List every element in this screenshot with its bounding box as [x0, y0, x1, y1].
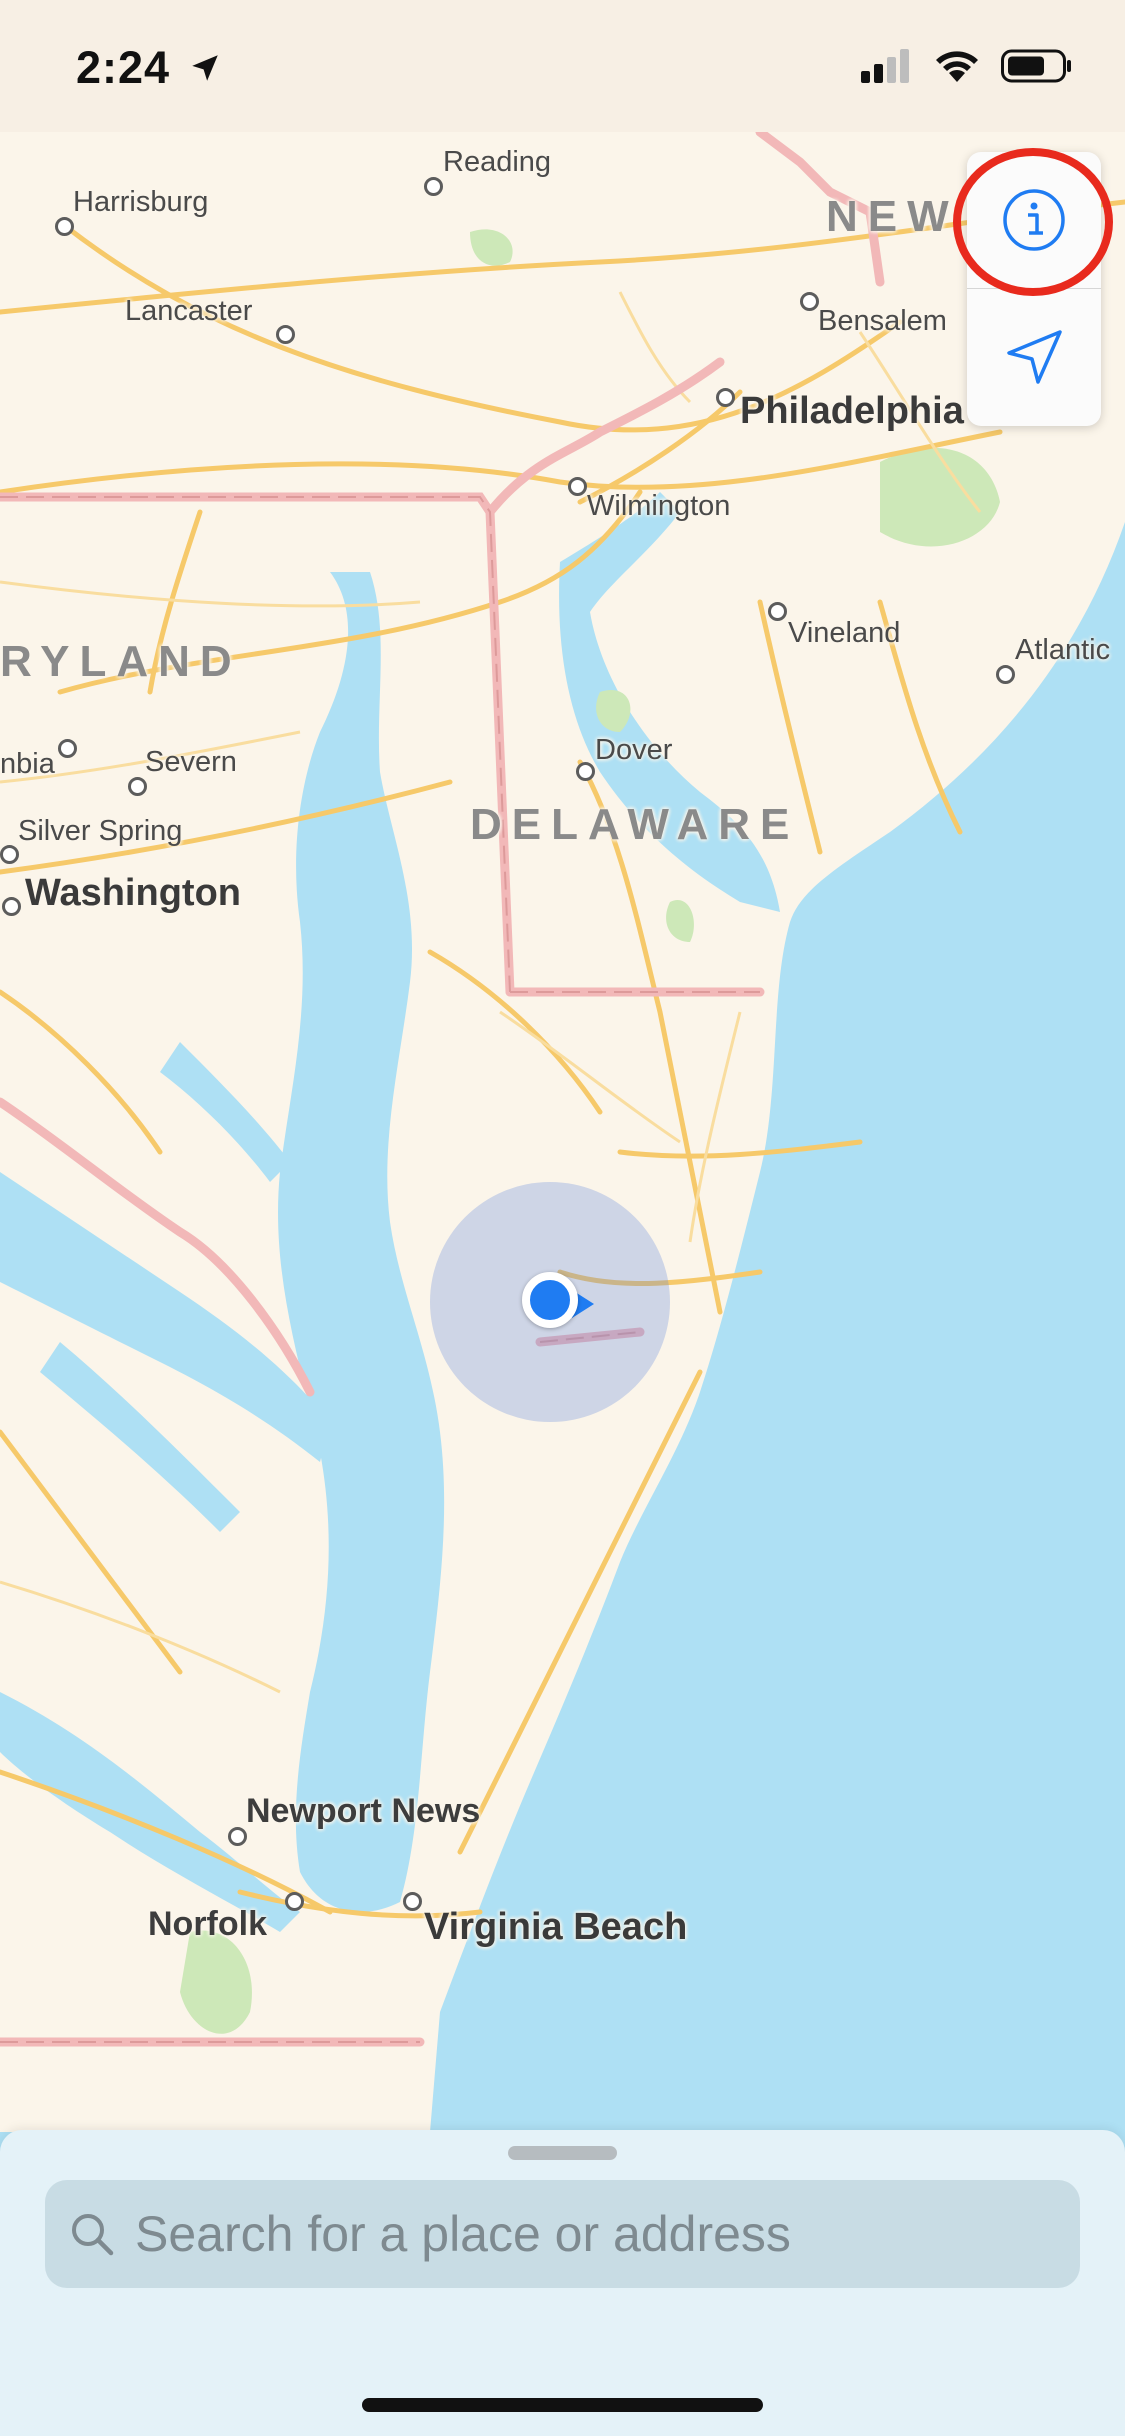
- city-marker-columbia[interactable]: [58, 739, 77, 758]
- sheet-grabber-handle[interactable]: [508, 2146, 617, 2160]
- label-bensalem[interactable]: Bensalem: [818, 305, 947, 338]
- city-marker-silver-spring[interactable]: [0, 845, 19, 864]
- info-icon: [1003, 189, 1065, 251]
- map-settings-button[interactable]: [967, 152, 1101, 289]
- status-bar: 2:24: [0, 0, 1125, 132]
- status-time-text: 2:24: [76, 42, 171, 93]
- label-atlantic-city[interactable]: Atlantic: [1015, 634, 1110, 667]
- city-marker-norfolk[interactable]: [285, 1892, 304, 1911]
- label-severn[interactable]: Severn: [145, 746, 237, 779]
- city-marker-reading[interactable]: [424, 177, 443, 196]
- label-dover[interactable]: Dover: [595, 734, 672, 767]
- current-location-button[interactable]: [967, 289, 1101, 425]
- label-reading[interactable]: Reading: [443, 146, 551, 179]
- label-norfolk[interactable]: Norfolk: [148, 1905, 267, 1944]
- city-marker-newport-news[interactable]: [228, 1827, 247, 1846]
- label-silver-spring[interactable]: Silver Spring: [18, 815, 182, 848]
- wifi-icon: [936, 51, 978, 82]
- magnifier-icon: [72, 2214, 114, 2256]
- label-vineland[interactable]: Vineland: [788, 617, 900, 650]
- battery-icon: [1001, 49, 1071, 83]
- status-time: 2:24: [76, 42, 222, 94]
- search-input[interactable]: [133, 2204, 1057, 2264]
- city-marker-philadelphia[interactable]: [716, 388, 735, 407]
- label-newport-news[interactable]: Newport News: [246, 1792, 480, 1831]
- city-marker-washington[interactable]: [2, 897, 21, 916]
- label-maryland[interactable]: RYLAND: [0, 637, 242, 687]
- label-new-jersey[interactable]: NEW: [826, 192, 959, 242]
- city-marker-bensalem[interactable]: [800, 292, 819, 311]
- city-marker-atlantic-city[interactable]: [996, 665, 1015, 684]
- label-washington[interactable]: Washington: [25, 872, 241, 915]
- map-controls: [967, 152, 1101, 426]
- label-wilmington[interactable]: Wilmington: [587, 490, 730, 523]
- city-marker-vineland[interactable]: [768, 602, 787, 621]
- label-philadelphia[interactable]: Philadelphia: [740, 390, 964, 433]
- search-sheet[interactable]: [0, 2130, 1125, 2436]
- label-harrisburg[interactable]: Harrisburg: [73, 186, 208, 219]
- city-marker-severn[interactable]: [128, 777, 147, 796]
- location-arrow-icon: [191, 55, 218, 81]
- label-delaware[interactable]: DELAWARE: [470, 800, 799, 850]
- status-icons: [861, 48, 1073, 84]
- home-indicator[interactable]: [362, 2398, 763, 2412]
- city-marker-wilmington[interactable]: [568, 477, 587, 496]
- current-location-dot[interactable]: [522, 1272, 578, 1328]
- city-marker-dover[interactable]: [576, 762, 595, 781]
- search-bar[interactable]: [45, 2180, 1080, 2288]
- location-arrow-icon: [1007, 330, 1062, 384]
- label-columbia[interactable]: nbia: [0, 748, 55, 781]
- city-marker-harrisburg[interactable]: [55, 217, 74, 236]
- map-view[interactable]: Reading Harrisburg Lancaster NEW Bensale…: [0, 132, 1125, 2132]
- city-marker-lancaster[interactable]: [276, 325, 295, 344]
- label-lancaster[interactable]: Lancaster: [125, 295, 252, 328]
- cellular-signal-icon: [861, 49, 909, 83]
- city-marker-virginia-beach[interactable]: [403, 1892, 422, 1911]
- label-virginia-beach[interactable]: Virginia Beach: [424, 1906, 687, 1949]
